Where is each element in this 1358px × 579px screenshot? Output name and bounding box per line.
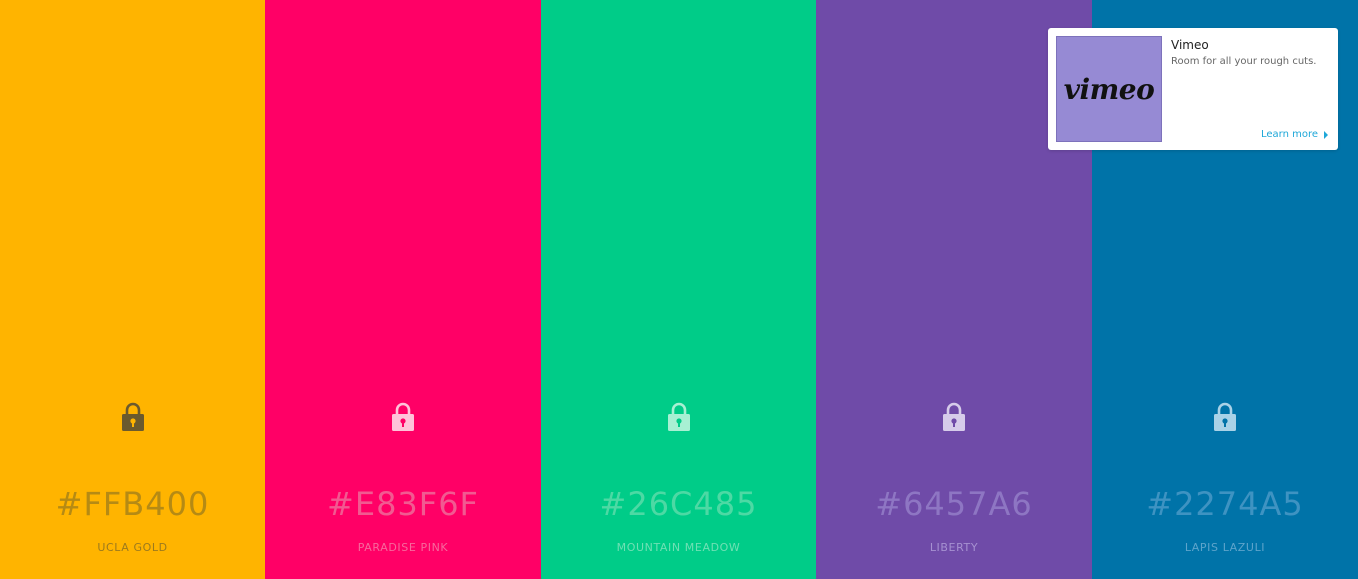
color-swatch[interactable]: #E83F6F PARADISE PINK <box>265 0 541 579</box>
lock-icon[interactable] <box>667 402 691 432</box>
chevron-right-icon <box>1324 130 1328 139</box>
ad-image[interactable]: vimeo <box>1056 36 1162 142</box>
hex-code[interactable]: #6457A6 <box>816 484 1092 524</box>
color-name: MOUNTAIN MEADOW <box>616 541 741 554</box>
lock-icon[interactable] <box>391 402 415 432</box>
learn-more-label: Learn more <box>1260 129 1318 140</box>
color-name: LAPIS LAZULI <box>1184 541 1266 554</box>
color-swatch[interactable]: #FFB400 UCLA GOLD <box>0 0 265 579</box>
hex-code[interactable]: #2274A5 <box>1092 484 1358 524</box>
ad-title: Vimeo <box>1171 38 1209 52</box>
vimeo-logo: vimeo <box>1063 72 1155 106</box>
palette: #FFB400 UCLA GOLD #E83F6F PARADISE PINK … <box>0 0 1358 579</box>
lock-icon[interactable] <box>942 402 966 432</box>
color-name: LIBERTY <box>929 541 979 554</box>
learn-more-link[interactable]: Learn more <box>1261 129 1328 140</box>
color-swatch[interactable]: #26C485 MOUNTAIN MEADOW <box>541 0 816 579</box>
ad-description: Room for all your rough cuts. <box>1171 56 1317 67</box>
hex-code[interactable]: #E83F6F <box>265 484 541 524</box>
color-name: UCLA GOLD <box>97 541 168 554</box>
color-name: PARADISE PINK <box>357 541 449 554</box>
hex-code[interactable]: #FFB400 <box>0 484 265 524</box>
lock-icon[interactable] <box>121 402 145 432</box>
lock-icon[interactable] <box>1213 402 1237 432</box>
hex-code[interactable]: #26C485 <box>541 484 816 524</box>
ad-card[interactable]: vimeo Vimeo Room for all your rough cuts… <box>1048 28 1338 150</box>
